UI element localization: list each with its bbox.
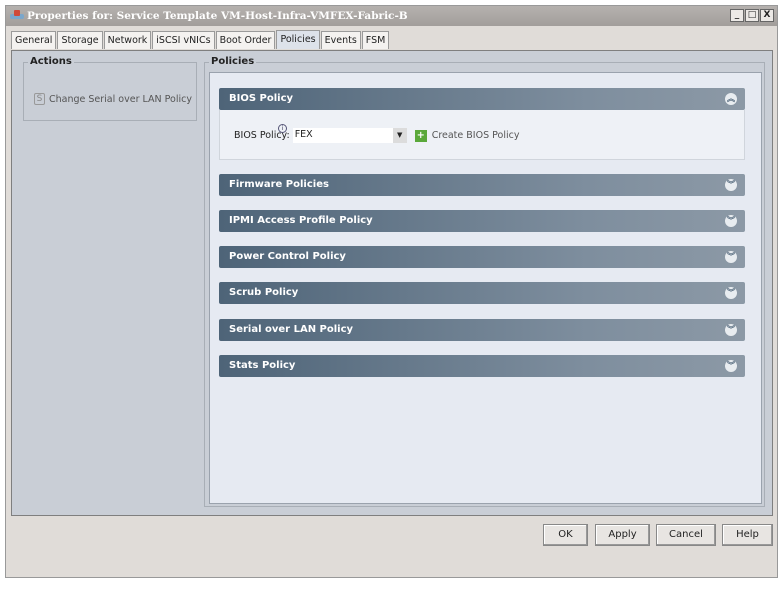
- tab-fsm[interactable]: FSM: [361, 31, 390, 49]
- serial-over-lan-icon: S: [34, 93, 45, 105]
- help-button[interactable]: Help: [722, 524, 773, 546]
- section-stats-policy: Stats Policy ︾: [219, 355, 745, 377]
- section-header[interactable]: BIOS Policy ︽: [219, 88, 745, 110]
- actions-panel: Actions S Change Serial over LAN Policy: [23, 56, 197, 121]
- bios-policy-select[interactable]: FEX ▼: [292, 128, 407, 143]
- tab-content: Actions S Change Serial over LAN Policy …: [11, 50, 773, 516]
- section-title: IPMI Access Profile Policy: [229, 215, 373, 226]
- chevron-down-icon[interactable]: ︾: [725, 360, 737, 372]
- properties-window: Properties for: Service Template VM-Host…: [5, 5, 778, 578]
- section-bios-policy: BIOS Policy ︽ BIOS Policy: FEX ▼ + Create …: [219, 88, 745, 160]
- section-title: BIOS Policy: [229, 93, 294, 104]
- section-title: Power Control Policy: [229, 251, 346, 262]
- tab-events[interactable]: Events: [320, 31, 361, 49]
- tab-iscsi-vnics[interactable]: iSCSI vNICs: [152, 31, 215, 49]
- chevron-up-icon[interactable]: ︽: [725, 93, 737, 105]
- section-header[interactable]: Firmware Policies ︾: [219, 174, 745, 196]
- actions-title: Actions: [28, 56, 74, 67]
- section-title: Stats Policy: [229, 360, 296, 371]
- chevron-down-icon[interactable]: ︾: [725, 287, 737, 299]
- section-power-control-policy: Power Control Policy ︾: [219, 246, 745, 268]
- action-label: Change Serial over LAN Policy: [49, 93, 192, 105]
- maximize-button[interactable]: □: [745, 9, 759, 22]
- section-header[interactable]: Serial over LAN Policy ︾: [219, 319, 745, 341]
- tab-bar: General Storage Network iSCSI vNICs Boot…: [11, 30, 390, 49]
- section-header[interactable]: Stats Policy ︾: [219, 355, 745, 377]
- tab-boot-order[interactable]: Boot Order: [215, 31, 276, 49]
- section-header[interactable]: Scrub Policy ︾: [219, 282, 745, 304]
- minimize-button[interactable]: _: [730, 9, 744, 22]
- title-bar: Properties for: Service Template VM-Host…: [6, 6, 777, 26]
- chevron-down-icon[interactable]: ︾: [725, 324, 737, 336]
- tab-policies[interactable]: Policies: [276, 30, 320, 49]
- chevron-down-icon[interactable]: ︾: [725, 251, 737, 263]
- section-serial-over-lan-policy: Serial over LAN Policy ︾: [219, 319, 745, 341]
- section-header[interactable]: Power Control Policy ︾: [219, 246, 745, 268]
- section-scrub-policy: Scrub Policy ︾: [219, 282, 745, 304]
- tab-general[interactable]: General: [11, 31, 57, 49]
- chevron-down-icon[interactable]: ︾: [725, 179, 737, 191]
- chevron-down-icon[interactable]: ︾: [725, 215, 737, 227]
- cancel-button[interactable]: Cancel: [656, 524, 716, 546]
- close-button[interactable]: X: [760, 9, 774, 22]
- policies-title: Policies: [209, 56, 257, 67]
- ok-button[interactable]: OK: [543, 524, 588, 546]
- create-bios-policy-link[interactable]: Create BIOS Policy: [432, 130, 520, 141]
- tab-storage[interactable]: Storage: [57, 31, 103, 49]
- bios-policy-body: BIOS Policy: FEX ▼ + Create BIOS Policy i: [219, 110, 745, 160]
- window-title: Properties for: Service Template VM-Host…: [27, 10, 408, 22]
- bios-policy-value: FEX: [294, 129, 313, 140]
- apply-button[interactable]: Apply: [595, 524, 650, 546]
- section-title: Serial over LAN Policy: [229, 324, 354, 335]
- policies-panel: Policies BIOS Policy ︽ BIOS Policy: FEX ▼ …: [204, 56, 765, 507]
- info-icon: i: [278, 124, 287, 133]
- section-title: Firmware Policies: [229, 179, 329, 190]
- dropdown-arrow-icon[interactable]: ▼: [392, 128, 407, 143]
- policies-scroll-area: BIOS Policy ︽ BIOS Policy: FEX ▼ + Create …: [209, 72, 762, 504]
- tab-network[interactable]: Network: [103, 31, 152, 49]
- section-header[interactable]: IPMI Access Profile Policy ︾: [219, 210, 745, 232]
- section-title: Scrub Policy: [229, 287, 299, 298]
- section-firmware-policies: Firmware Policies ︾: [219, 174, 745, 196]
- change-serial-over-lan-policy-link[interactable]: S Change Serial over LAN Policy: [34, 93, 192, 105]
- section-ipmi-access-profile-policy: IPMI Access Profile Policy ︾: [219, 210, 745, 232]
- app-icon: [10, 10, 24, 22]
- plus-icon[interactable]: +: [414, 129, 427, 142]
